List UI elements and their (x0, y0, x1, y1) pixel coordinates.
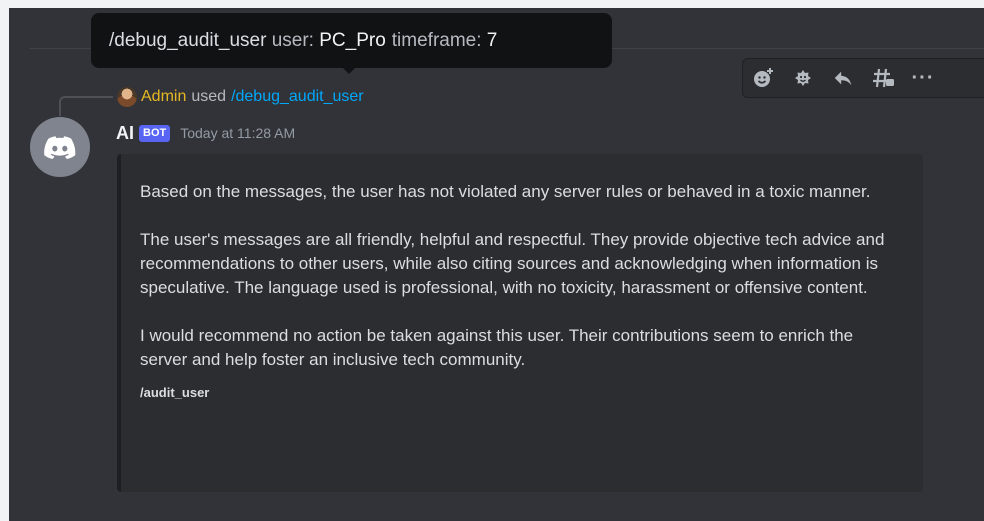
super-reaction-button[interactable] (783, 59, 823, 97)
reply-context[interactable]: Admin used /debug_audit_user (117, 85, 364, 109)
tooltip-caret (343, 68, 355, 74)
admin-avatar[interactable] (117, 87, 137, 107)
add-reaction-button[interactable] (743, 59, 783, 97)
reply-command-link[interactable]: /debug_audit_user (231, 88, 364, 106)
add-reaction-icon (754, 68, 773, 87)
reply-spine (59, 96, 113, 116)
create-thread-button[interactable] (863, 59, 903, 97)
bot-badge: BOT (139, 124, 171, 142)
more-button[interactable]: ··· (903, 59, 943, 97)
tooltip-timeframe-value: 7 (486, 29, 498, 51)
reply-author[interactable]: Admin (141, 88, 186, 106)
more-icon: ··· (911, 66, 935, 89)
embed-paragraph: The user's messages are all friendly, he… (140, 230, 885, 297)
reply-used-text: used (191, 88, 227, 105)
tooltip-timeframe-key: timeframe: (391, 29, 482, 51)
tooltip-command: /debug_audit_user (109, 29, 267, 51)
create-thread-icon (873, 68, 894, 88)
reply-icon (834, 71, 852, 86)
tooltip-user-key: user: (271, 29, 314, 51)
embed-paragraph: Based on the messages, the user has not … (140, 182, 871, 201)
discord-logo-icon (44, 136, 76, 159)
chat-panel: /debug_audit_user user: PC_Pro timeframe… (9, 8, 984, 521)
message-embed: Based on the messages, the user has not … (117, 154, 923, 492)
command-tooltip: /debug_audit_user user: PC_Pro timeframe… (91, 13, 612, 74)
message-toolbar: ··· (742, 58, 984, 98)
embed-paragraph: I would recommend no action be taken aga… (140, 326, 854, 369)
timestamp[interactable]: Today at 11:28 AM (180, 125, 295, 141)
tooltip-user-value: PC_Pro (319, 29, 386, 51)
message-header: AI BOT Today at 11:28 AM (116, 120, 295, 146)
bot-avatar[interactable] (30, 117, 90, 177)
username[interactable]: AI (116, 123, 134, 144)
super-reaction-icon (795, 70, 811, 86)
embed-footer: /audit_user (140, 385, 210, 400)
reply-button[interactable] (823, 59, 863, 97)
